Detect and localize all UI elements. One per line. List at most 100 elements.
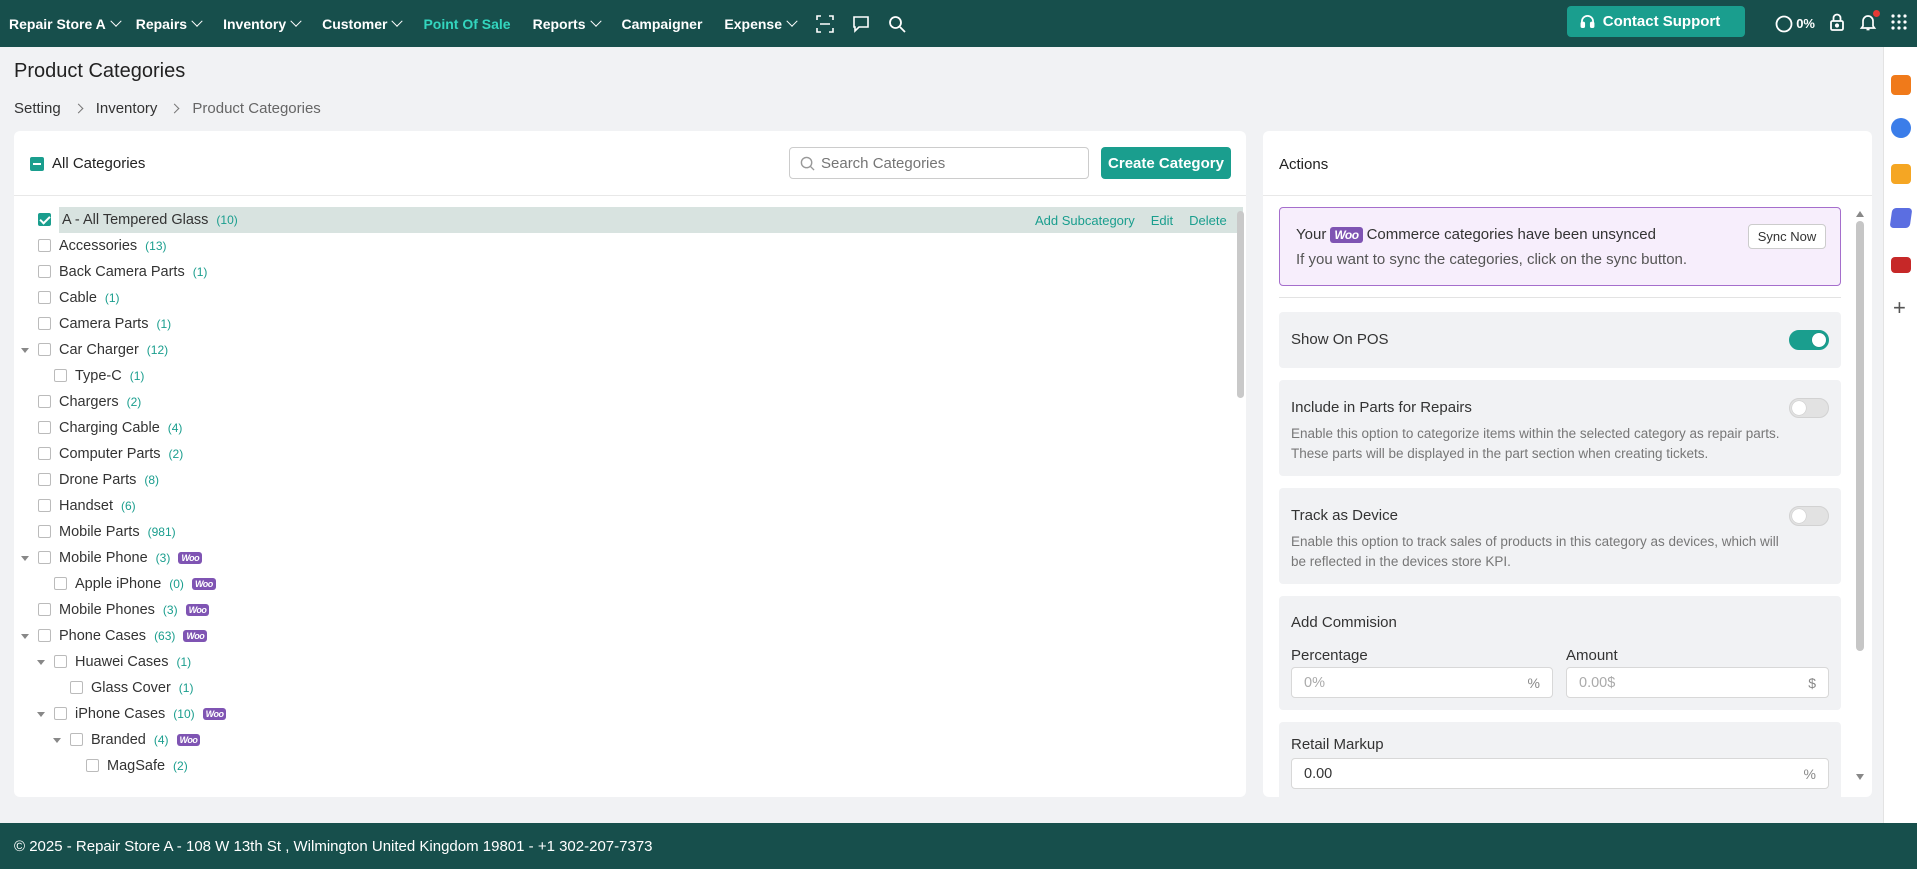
category-row[interactable]: Mobile Phone (3) Woo	[14, 545, 1244, 571]
percentage-field[interactable]: 0% %	[1291, 667, 1553, 698]
category-row[interactable]: Mobile Phones (3) Woo	[14, 597, 1244, 623]
add-subcategory-link[interactable]: Add Subcategory	[1035, 213, 1135, 228]
expand-caret-icon[interactable]	[21, 348, 29, 353]
breadcrumb-setting[interactable]: Setting	[14, 100, 61, 117]
category-row[interactable]: Branded (4) Woo	[14, 727, 1244, 753]
category-name: Chargers (2)	[59, 394, 141, 410]
category-checkbox[interactable]	[70, 733, 83, 746]
search-box[interactable]	[789, 147, 1089, 179]
category-label: iPhone Cases	[75, 706, 166, 722]
nav-inventory[interactable]: Inventory	[223, 15, 302, 32]
category-checkbox[interactable]	[38, 239, 51, 252]
category-row[interactable]: Handset (6)	[14, 493, 1244, 519]
amount-field[interactable]: 0.00$ $	[1566, 667, 1829, 698]
chat-icon[interactable]	[848, 11, 874, 37]
lock-icon[interactable]	[1829, 13, 1845, 34]
edit-link[interactable]: Edit	[1151, 213, 1173, 228]
nav-expense[interactable]: Expense	[724, 15, 798, 32]
category-checkbox[interactable]	[38, 551, 51, 564]
category-checkbox[interactable]	[38, 473, 51, 486]
category-row[interactable]: Camera Parts (1)	[14, 311, 1244, 337]
track-device-toggle[interactable]	[1789, 506, 1829, 526]
category-checkbox[interactable]	[38, 525, 51, 538]
progress-indicator[interactable]: 0%	[1775, 15, 1815, 33]
category-row[interactable]: MagSafe (2)	[14, 753, 1244, 779]
breadcrumb-inventory[interactable]: Inventory	[96, 100, 158, 117]
category-checkbox[interactable]	[38, 317, 51, 330]
apps-grid-icon[interactable]	[1891, 14, 1907, 33]
nav-point-of-sale[interactable]: Point Of Sale	[423, 16, 510, 32]
actions-scrollbar[interactable]	[1856, 221, 1864, 651]
chevron-down-icon	[191, 15, 203, 27]
category-checkbox[interactable]	[38, 499, 51, 512]
chat-bubble-icon[interactable]	[1891, 118, 1911, 138]
orange-app-icon[interactable]	[1891, 164, 1911, 184]
contact-support-button[interactable]: Contact Support	[1567, 6, 1745, 37]
sync-now-button[interactable]: Sync Now	[1748, 224, 1826, 249]
select-all-checkbox[interactable]	[30, 156, 44, 171]
chevron-down-icon	[786, 15, 798, 27]
category-checkbox[interactable]	[38, 421, 51, 434]
category-checkbox[interactable]	[54, 707, 67, 720]
nav-campaigner[interactable]: Campaigner	[622, 16, 703, 32]
category-name: Mobile Parts (981)	[59, 524, 176, 540]
category-checkbox[interactable]	[54, 655, 67, 668]
category-row[interactable]: Chargers (2)	[14, 389, 1244, 415]
expand-caret-icon[interactable]	[37, 660, 45, 665]
show-on-pos-toggle[interactable]	[1789, 330, 1829, 350]
category-row[interactable]: Phone Cases (63) Woo	[14, 623, 1244, 649]
chevron-down-icon	[290, 15, 302, 27]
category-row[interactable]: Drone Parts (8)	[14, 467, 1244, 493]
category-count: (2)	[173, 759, 188, 773]
category-row[interactable]: Type-C (1)	[14, 363, 1244, 389]
delete-link[interactable]: Delete	[1189, 213, 1227, 228]
plus-icon[interactable]: +	[1893, 297, 1906, 319]
all-categories[interactable]: All Categories	[30, 155, 145, 172]
bell-icon[interactable]	[1859, 10, 1880, 34]
category-row[interactable]: Cable (1)	[14, 285, 1244, 311]
include-parts-toggle[interactable]	[1789, 398, 1829, 418]
category-row[interactable]: iPhone Cases (10) Woo	[14, 701, 1244, 727]
category-checkbox[interactable]	[38, 395, 51, 408]
create-category-button[interactable]: Create Category	[1101, 147, 1231, 179]
category-row[interactable]: Apple iPhone (0) Woo	[14, 571, 1244, 597]
category-checkbox[interactable]	[86, 759, 99, 772]
category-checkbox[interactable]	[38, 629, 51, 642]
nav-repairs[interactable]: Repairs	[136, 15, 203, 32]
category-row[interactable]: Accessories (13)	[14, 233, 1244, 259]
category-row[interactable]: Computer Parts (2)	[14, 441, 1244, 467]
category-checkbox[interactable]	[70, 681, 83, 694]
expand-caret-icon[interactable]	[53, 738, 61, 743]
scan-icon[interactable]	[812, 11, 838, 37]
category-checkbox[interactable]	[38, 291, 51, 304]
blue-app-icon[interactable]	[1889, 208, 1913, 228]
category-row[interactable]: Huawei Cases (1)	[14, 649, 1244, 675]
category-checkbox[interactable]	[38, 447, 51, 460]
category-checkbox[interactable]	[38, 603, 51, 616]
search-icon[interactable]	[884, 11, 910, 37]
category-row[interactable]: Back Camera Parts (1)	[14, 259, 1244, 285]
category-checkbox[interactable]	[54, 577, 67, 590]
nav-customer[interactable]: Customer	[322, 15, 404, 32]
red-app-icon[interactable]	[1891, 257, 1911, 273]
scroll-up-arrow-icon[interactable]	[1856, 211, 1864, 217]
tree-scrollbar[interactable]	[1237, 211, 1244, 398]
gift-icon[interactable]	[1891, 75, 1911, 95]
search-input[interactable]	[821, 154, 1071, 172]
expand-caret-icon[interactable]	[37, 712, 45, 717]
category-row[interactable]: A - All Tempered Glass (10) Add Subcategor…	[14, 207, 1244, 233]
expand-caret-icon[interactable]	[21, 556, 29, 561]
retail-markup-field[interactable]: 0.00 %	[1291, 758, 1829, 789]
category-row[interactable]: Car Charger (12)	[14, 337, 1244, 363]
category-checkbox[interactable]	[54, 369, 67, 382]
expand-caret-icon[interactable]	[21, 634, 29, 639]
category-checkbox[interactable]	[38, 213, 51, 226]
category-checkbox[interactable]	[38, 265, 51, 278]
category-row[interactable]: Glass Cover (1)	[14, 675, 1244, 701]
nav-reports[interactable]: Reports	[533, 15, 602, 32]
store-selector[interactable]: Repair Store A	[9, 15, 122, 32]
category-checkbox[interactable]	[38, 343, 51, 356]
category-row[interactable]: Mobile Parts (981)	[14, 519, 1244, 545]
scroll-down-arrow-icon[interactable]	[1856, 774, 1864, 780]
category-row[interactable]: Charging Cable (4)	[14, 415, 1244, 441]
